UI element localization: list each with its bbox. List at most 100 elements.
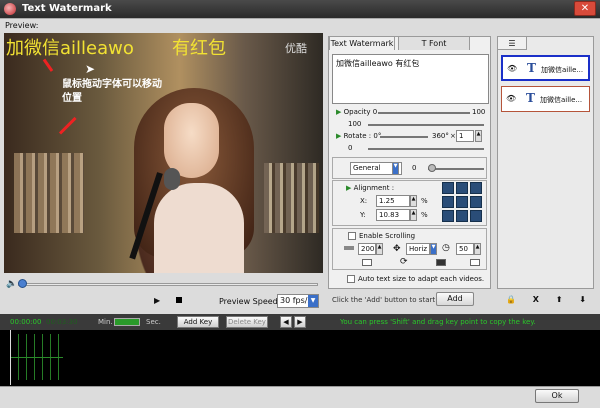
x-spinner[interactable]: ▲ (410, 195, 417, 207)
general-select-value: General (353, 164, 381, 172)
tab-text-watermark[interactable]: Text Watermark (329, 36, 395, 50)
zoom-slider[interactable] (114, 318, 140, 326)
text-layer-icon: T (527, 61, 536, 75)
x-position-input[interactable]: 1.25 (376, 195, 410, 207)
arrow-right-icon: ▶ (336, 108, 342, 116)
align-top-left[interactable] (442, 182, 454, 194)
seek-handle[interactable] (18, 279, 27, 288)
align-top-center[interactable] (456, 182, 468, 194)
timeline-hint: You can press 'Shift' and drag key point… (340, 318, 536, 326)
align-bottom-center[interactable] (456, 210, 468, 222)
chevron-down-icon[interactable]: ▼ (392, 162, 399, 175)
opacity-slider[interactable] (368, 124, 484, 126)
general-slider[interactable] (428, 168, 484, 170)
rotate-spinner[interactable]: ▲ (475, 130, 482, 142)
scroll-time-spinner[interactable]: ▲ (474, 243, 481, 255)
speed-icon (344, 246, 354, 250)
auto-size-checkbox[interactable] (347, 275, 355, 283)
preview-speed-label: Preview Speed: (219, 297, 281, 306)
layer-label: 加微信aille... (540, 96, 583, 104)
y-position-input[interactable]: 10.83 (376, 209, 410, 221)
scroll-mode-4-icon[interactable] (470, 259, 480, 266)
delete-icon[interactable]: X (533, 295, 539, 304)
watermark-text-overlay-2[interactable]: 有红包 (172, 34, 226, 60)
eye-icon[interactable]: 👁 (506, 94, 516, 103)
min-label: Min. (98, 318, 113, 326)
align-center[interactable] (456, 196, 468, 208)
preview-speed-select[interactable]: 30 fps/s ▼ (277, 294, 319, 308)
timeline-track[interactable] (0, 330, 600, 386)
eye-icon[interactable]: 👁 (507, 64, 517, 73)
rotate-multiplier-input[interactable]: 1 (456, 130, 474, 142)
align-middle-right[interactable] (470, 196, 482, 208)
align-bottom-left[interactable] (442, 210, 454, 222)
window-title: Text Watermark (22, 3, 112, 14)
align-bottom-right[interactable] (470, 210, 482, 222)
layer-actions: 🔒 X ⬆ ⬇ (506, 295, 586, 304)
general-value: 0 (412, 164, 417, 172)
align-middle-left[interactable] (442, 196, 454, 208)
general-slider-handle[interactable] (428, 164, 436, 172)
scroll-speed-input[interactable]: 200 (358, 243, 376, 255)
sec-label: Sec. (146, 318, 161, 326)
opacity-min: 0 (372, 108, 378, 116)
preview-speed-value: 30 fps/s (280, 296, 312, 305)
clock-icon: ◷ (442, 243, 450, 253)
watermark-text-overlay[interactable]: 加微信ailleawo (6, 34, 134, 60)
rotate-times: × (450, 132, 456, 140)
scroll-direction-select[interactable]: Horiz (406, 243, 430, 255)
bookshelf-left (14, 153, 84, 233)
timeline-baseline (10, 357, 63, 358)
layer-item-2[interactable]: 👁 T 加微信aille... (501, 86, 590, 112)
loop-icon[interactable]: ⟳ (400, 257, 408, 267)
singer-face (164, 103, 219, 178)
rotate-slider[interactable] (368, 148, 484, 150)
text-layer-icon: T (526, 91, 535, 105)
lock-icon[interactable]: 🔒 (506, 295, 516, 304)
layer-item-1[interactable]: 👁 T 加微信aille... (501, 55, 590, 81)
arrow-right-icon: ▶ (336, 132, 342, 140)
y-spinner[interactable]: ▲ (410, 209, 417, 221)
rotate-slider-top[interactable] (380, 136, 428, 138)
drag-annotation: 鼠标拖动字体可以移动 位置 (62, 78, 182, 106)
tab-font[interactable]: T Font (398, 36, 470, 50)
play-button[interactable]: ▶ (154, 296, 160, 305)
prev-key-icon[interactable]: ◀ (280, 316, 292, 328)
delete-key-button[interactable]: Delete Key (226, 316, 268, 328)
opacity-slider-top[interactable] (378, 112, 470, 114)
scroll-mode-1-icon[interactable] (362, 259, 372, 266)
align-top-right[interactable] (470, 182, 482, 194)
time-start: 00:00:00 (10, 318, 42, 326)
app-logo-icon (4, 3, 16, 15)
rotate-value: 0 (348, 144, 353, 152)
add-hint: Click the 'Add' button to start -> (332, 296, 446, 304)
y-pct: % (421, 211, 428, 219)
stop-button[interactable] (176, 297, 182, 303)
layers-tab-icon[interactable]: ☰ (497, 36, 527, 50)
next-key-icon[interactable]: ▶ (294, 316, 306, 328)
chevron-down-icon: ▼ (308, 295, 318, 307)
add-button[interactable]: Add (436, 292, 474, 306)
divider (0, 18, 600, 19)
timeline-playhead[interactable] (10, 330, 11, 385)
enable-scrolling-checkbox[interactable] (348, 232, 356, 240)
watermark-text-input[interactable]: 加微信ailleawo 有红包 (332, 54, 489, 104)
ok-button[interactable]: Ok (535, 389, 579, 403)
bookshelf-right (264, 163, 319, 233)
close-button[interactable]: ✕ (574, 1, 596, 16)
scroll-speed-spinner[interactable]: ▲ (376, 243, 383, 255)
seek-bar[interactable] (18, 283, 318, 286)
add-key-button[interactable]: Add Key (177, 316, 219, 328)
volume-icon[interactable]: 🔈 (6, 279, 17, 289)
arrow-right-icon: ▶ (346, 184, 352, 192)
move-up-icon[interactable]: ⬆ (556, 295, 563, 304)
opacity-label: ▶ Opacity 0 (336, 108, 377, 116)
alignment-grid[interactable] (442, 182, 482, 222)
move-down-icon[interactable]: ⬇ (579, 295, 586, 304)
chevron-down-icon[interactable]: ▼ (430, 243, 437, 255)
layer-label: 加微信aille... (541, 66, 584, 74)
opacity-max: 100 (472, 108, 486, 116)
scroll-mode-3-icon[interactable] (436, 259, 446, 266)
scroll-time-input[interactable]: 50 (456, 243, 474, 255)
rotate-label-text: Rotate (343, 132, 367, 140)
